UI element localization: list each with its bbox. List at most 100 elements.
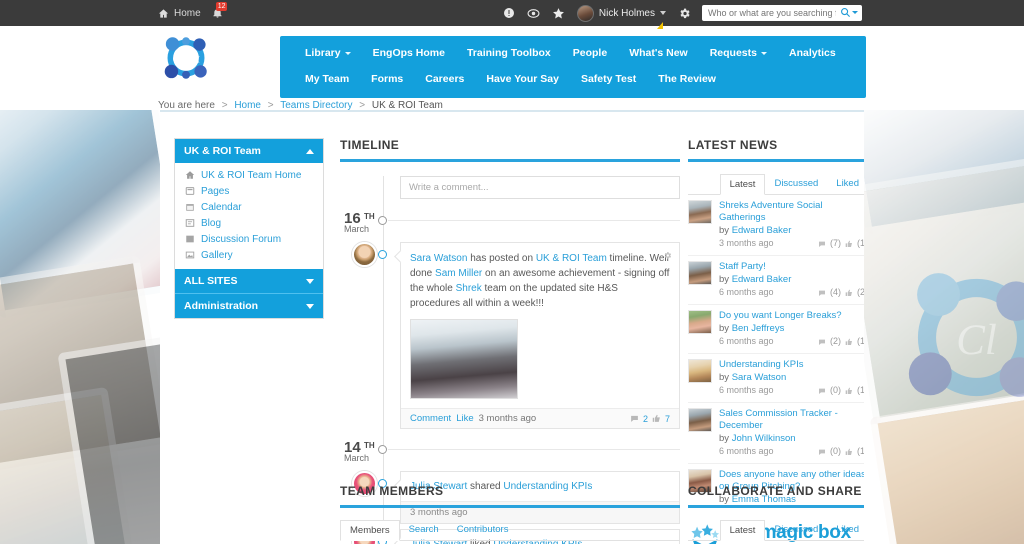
nav-item-library[interactable]: Library <box>294 40 362 66</box>
nav-item-training-toolbox[interactable]: Training Toolbox <box>456 40 562 66</box>
username-label: Nick Holmes <box>598 7 655 19</box>
search-input[interactable] <box>708 8 836 18</box>
thumbs-up-icon <box>652 414 660 422</box>
timeline-title: TIMELINE <box>340 138 400 152</box>
timeline-date-rule <box>388 449 680 450</box>
post-author-link[interactable]: Sara Watson <box>410 253 467 264</box>
notification-badge: 12 <box>215 2 228 11</box>
tab-liked[interactable]: Liked <box>827 174 864 194</box>
tab-contributors[interactable]: Contributors <box>448 520 518 540</box>
blog-icon <box>184 218 195 229</box>
sidebar-item-gallery[interactable]: Gallery <box>175 247 323 263</box>
sidebar-item-label[interactable]: Pages <box>201 186 229 197</box>
home-link[interactable]: Home <box>158 8 201 19</box>
news-item[interactable]: Shreks Adventure Social Gatherings by Ed… <box>688 195 864 256</box>
sidebar-header-label: ALL SITES <box>184 275 238 287</box>
sidebar-item-blog[interactable]: Blog <box>175 215 323 231</box>
nav-item-safety-test[interactable]: Safety Test <box>570 66 647 92</box>
post-mention-link[interactable]: Sam Miller <box>435 268 482 279</box>
collaborate-tabs: Latest Discussed Liked <box>688 520 864 541</box>
sidebar-item-label[interactable]: UK & ROI Team Home <box>201 170 301 181</box>
like-count: 7 <box>664 413 670 424</box>
news-title[interactable]: Staff Party! <box>719 261 864 273</box>
post-mention-link[interactable]: Shrek <box>456 283 482 294</box>
star-icon[interactable] <box>552 6 566 20</box>
post-options-gear-icon[interactable] <box>663 251 672 262</box>
tab-search[interactable]: Search <box>400 520 448 540</box>
news-stats: (0) (1) <box>818 445 864 458</box>
sidebar-header-team[interactable]: UK & ROI Team <box>175 139 323 163</box>
sidebar-header-administration[interactable]: Administration <box>175 293 323 318</box>
sidebar-item-label[interactable]: Gallery <box>201 250 233 261</box>
site-logo[interactable]: Click <box>158 30 214 86</box>
nav-item-requests[interactable]: Requests <box>699 40 778 66</box>
sidebar-item-label[interactable]: Calendar <box>201 202 242 213</box>
nav-item-whats-new[interactable]: What's New <box>618 40 699 66</box>
breadcrumb-item-teams-directory[interactable]: Teams Directory <box>280 100 352 111</box>
breadcrumb: You are here > Home > Teams Directory > … <box>158 100 443 111</box>
post-target-link[interactable]: UK & ROI Team <box>536 253 607 264</box>
news-title[interactable]: Sales Commission Tracker - December <box>719 408 864 432</box>
notifications-button[interactable]: 12 <box>210 2 228 21</box>
news-time: 6 months ago <box>719 336 774 346</box>
tab-latest[interactable]: Latest <box>719 520 766 541</box>
sidebar-item-label[interactable]: Discussion Forum <box>201 234 281 245</box>
news-title[interactable]: Shreks Adventure Social Gatherings <box>719 200 864 224</box>
comment-button[interactable]: Comment <box>410 413 451 424</box>
sidebar-item-label[interactable]: Blog <box>201 218 221 229</box>
news-item[interactable]: Do you want Longer Breaks? by Ben Jeffre… <box>688 305 864 354</box>
settings-gear-icon[interactable] <box>677 6 691 20</box>
nav-item-have-your-say[interactable]: Have Your Say <box>475 66 570 92</box>
news-item[interactable]: Understanding KPIs by Sara Watson 6 mont… <box>688 354 864 403</box>
news-author[interactable]: Edward Baker <box>732 274 792 285</box>
write-comment-input[interactable]: Write a comment... <box>400 176 680 199</box>
nav-label: EngOps Home <box>372 47 445 59</box>
global-search[interactable] <box>702 5 862 21</box>
news-title[interactable]: Do you want Longer Breaks? <box>719 310 864 322</box>
sidebar-item-pages[interactable]: Pages <box>175 183 323 199</box>
news-item[interactable]: Sales Commission Tracker - December by J… <box>688 403 864 464</box>
nav-item-analytics[interactable]: Analytics <box>778 40 847 66</box>
news-author[interactable]: Ben Jeffreys <box>732 323 785 334</box>
post-image[interactable] <box>410 319 518 399</box>
tab-discussed[interactable]: Discussed <box>765 174 827 194</box>
comment-icon <box>819 241 825 247</box>
news-item[interactable]: Staff Party! by Edward Baker 6 months ag… <box>688 256 864 305</box>
nav-item-forms[interactable]: Forms <box>360 66 414 92</box>
click-logo-icon: Click <box>164 37 207 79</box>
sidebar-item-discussion-forum[interactable]: Discussion Forum <box>175 231 323 247</box>
post-timestamp: 3 months ago <box>478 413 537 424</box>
info-icon[interactable] <box>502 6 516 20</box>
user-menu[interactable]: Nick Holmes <box>576 4 666 29</box>
nav-item-people[interactable]: People <box>562 40 618 66</box>
tab-liked[interactable]: Liked <box>827 520 864 540</box>
nav-label: Forms <box>371 73 404 85</box>
tab-members[interactable]: Members <box>340 520 400 541</box>
site-header: Click Library EngOps Home Training Toolb… <box>0 26 1024 110</box>
avatar[interactable] <box>352 242 377 267</box>
sidebar-item-team-home[interactable]: UK & ROI Team Home <box>175 167 323 183</box>
post-counts: 2 7 <box>630 414 670 424</box>
search-icon <box>841 8 851 18</box>
comment-count: 2 <box>642 413 648 424</box>
breadcrumb-separator: > <box>221 100 228 111</box>
news-author[interactable]: Edward Baker <box>732 225 792 236</box>
write-comment-placeholder: Write a comment... <box>409 182 489 193</box>
search-button[interactable] <box>840 7 858 18</box>
eye-icon[interactable] <box>527 6 541 20</box>
news-author[interactable]: Sara Watson <box>732 372 787 383</box>
nav-item-engops-home[interactable]: EngOps Home <box>362 40 456 66</box>
sidebar-header-all-sites[interactable]: ALL SITES <box>175 269 323 293</box>
latest-news-list: Shreks Adventure Social Gatherings by Ed… <box>688 195 864 511</box>
news-author[interactable]: John Wilkinson <box>732 433 796 444</box>
nav-item-the-review[interactable]: The Review <box>647 66 727 92</box>
tab-latest[interactable]: Latest <box>719 174 766 195</box>
news-title[interactable]: Understanding KPIs <box>719 359 864 371</box>
breadcrumb-item-home[interactable]: Home <box>234 100 261 111</box>
nav-label: Training Toolbox <box>466 47 551 59</box>
sidebar-item-calendar[interactable]: Calendar <box>175 199 323 215</box>
nav-item-my-team[interactable]: My Team <box>294 66 360 92</box>
nav-item-careers[interactable]: Careers <box>414 66 475 92</box>
like-button[interactable]: Like <box>456 413 473 424</box>
tab-discussed[interactable]: Discussed <box>765 520 827 540</box>
